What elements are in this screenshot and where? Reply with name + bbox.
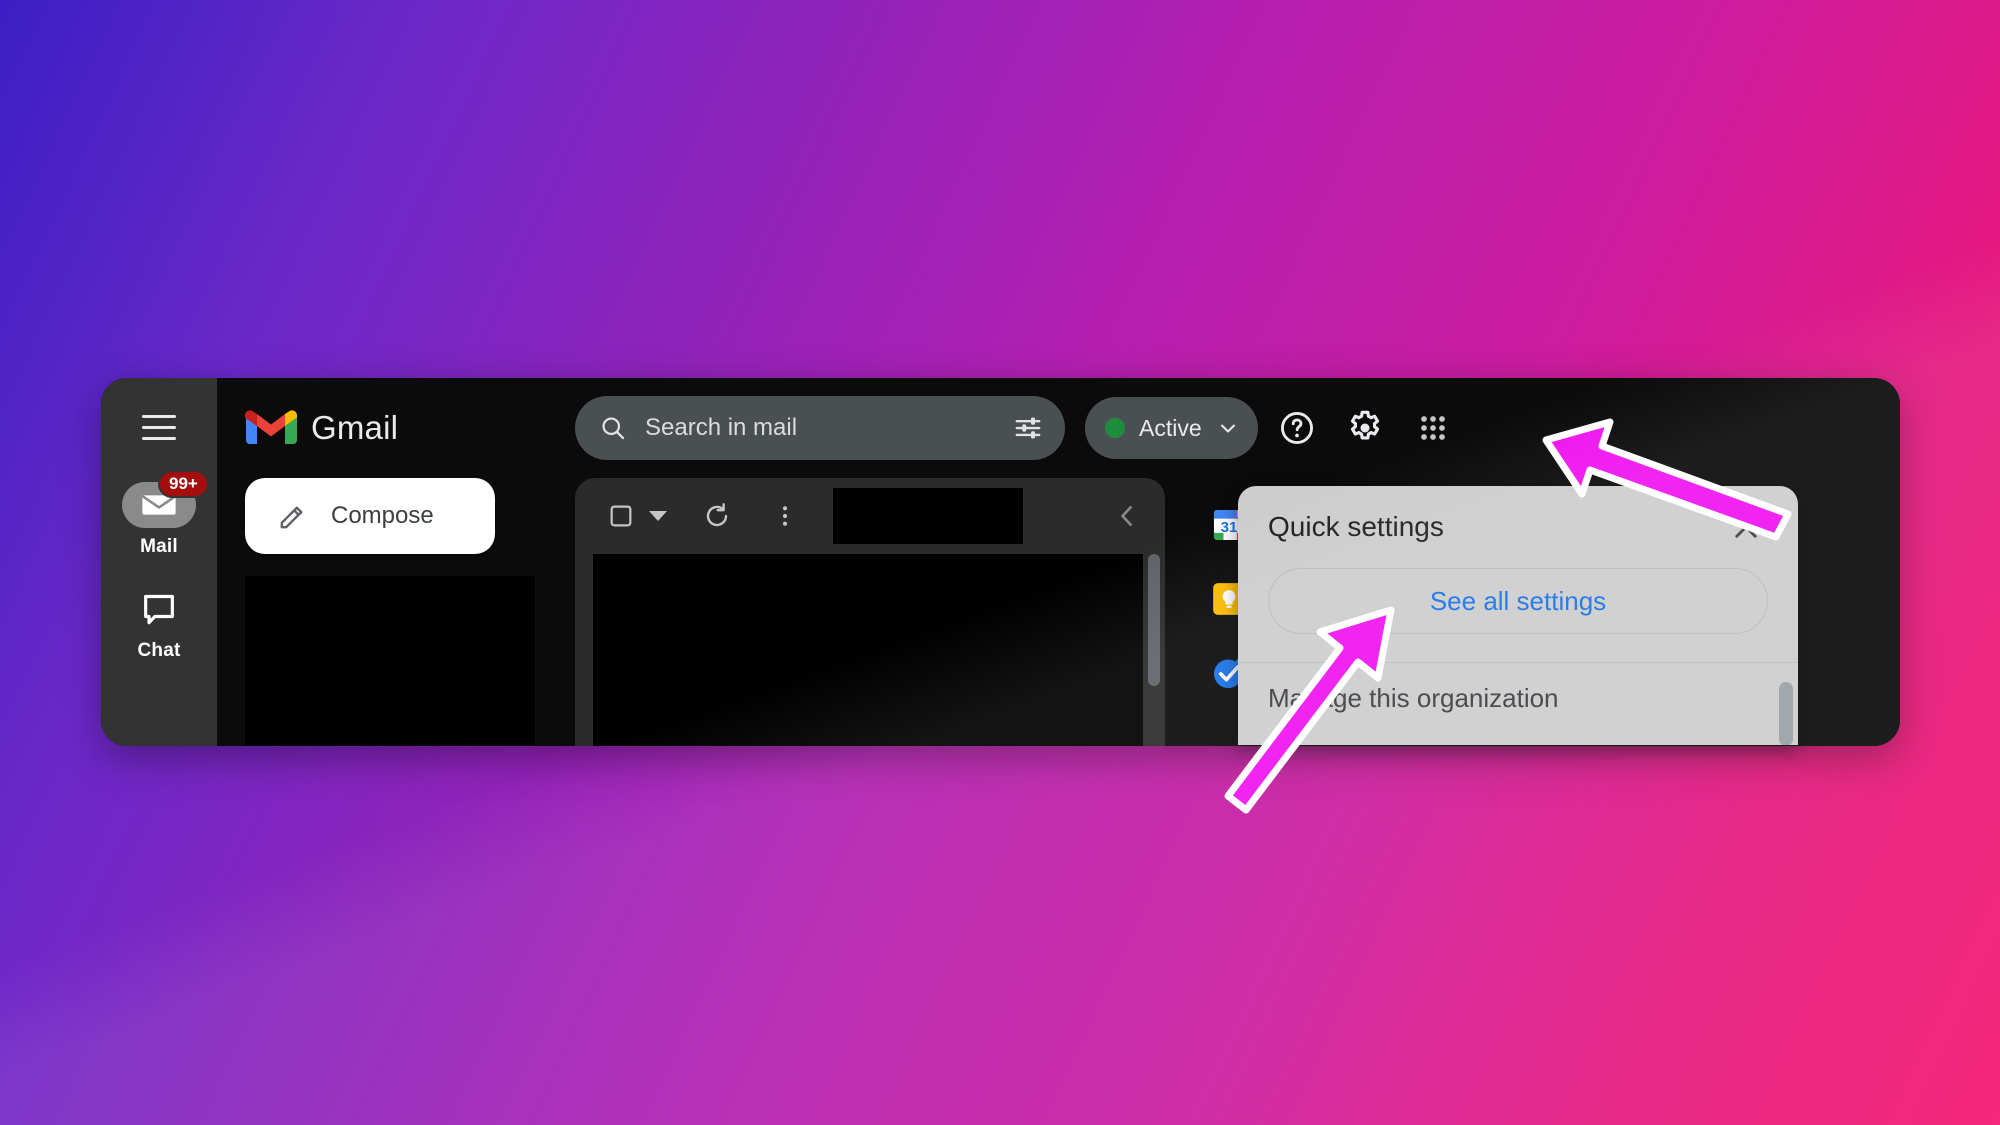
scrollbar-thumb[interactable] [1148,554,1160,686]
chevron-left-icon [1121,506,1132,526]
status-dot [1105,418,1125,438]
help-circle-icon [1280,412,1313,444]
quick-settings-header: Quick settings [1238,486,1798,568]
collapse-panel-button[interactable] [1103,492,1151,540]
gmail-brand[interactable]: Gmail [245,408,575,448]
compose-label: Compose [331,502,434,529]
mail-unread-badge: 99+ [158,470,209,499]
quick-settings-scrollbar[interactable] [1779,682,1793,745]
chat-bubble-icon [144,594,174,625]
message-list-scrollbar[interactable] [1147,554,1161,746]
select-all-control[interactable] [597,492,667,540]
app-rail: 99+ Mail Chat [101,378,217,746]
rail-item-mail-label: Mail [140,536,178,557]
manage-organization-row[interactable]: Manage this organization [1238,663,1798,733]
rail-item-chat-label: Chat [137,640,181,661]
apps-grid-icon [1420,416,1445,440]
pencil-icon [280,506,303,529]
scrollbar-thumb[interactable] [1779,682,1793,745]
top-bar: Gmail Search in mail Active [217,378,1900,478]
rail-item-mail[interactable]: 99+ Mail [109,470,209,558]
compose-column: Compose [245,478,575,746]
see-all-settings-button[interactable]: See all settings [1268,568,1768,634]
quick-settings-title: Quick settings [1268,511,1444,542]
rail-item-chat-pill [122,586,196,632]
settings-button[interactable] [1336,399,1394,457]
message-list-panel [575,478,1165,746]
message-list-toolbar [575,478,1165,554]
folder-list-redacted [245,576,535,746]
search-icon [602,417,625,440]
help-button[interactable] [1268,399,1326,457]
more-options-button[interactable] [761,492,809,540]
hamburger-bar [142,436,176,440]
gear-icon [1350,410,1379,440]
more-vertical-icon [782,506,788,526]
see-all-settings-label: See all settings [1429,585,1607,616]
gmail-brand-label: Gmail [311,409,399,446]
caret-down-icon[interactable] [649,511,667,521]
gmail-logo-icon [245,410,297,444]
apps-grid-button[interactable] [1404,399,1462,457]
status-chip[interactable]: Active [1085,397,1258,459]
search-input[interactable] [645,414,995,442]
chevron-down-icon [1220,424,1235,433]
pagination-redacted [833,488,1023,544]
rail-item-mail-pill: 99+ [122,470,209,528]
quick-settings-panel: Quick settings See all settings Manage t… [1238,486,1798,745]
close-button[interactable] [1724,505,1768,549]
hamburger-bar [142,425,176,429]
status-label: Active [1139,414,1202,441]
hamburger-bar [142,414,176,418]
checkbox-unchecked-icon[interactable] [597,492,645,540]
compose-button[interactable]: Compose [245,478,495,554]
rail-item-chat[interactable]: Chat [109,586,209,662]
message-list-redacted [593,554,1143,746]
top-right-controls: Active [1065,397,1878,459]
svg-text:31: 31 [1221,519,1238,536]
search-options-icon[interactable] [1013,413,1043,443]
desktop-background: 99+ Mail Chat Gmail Search in mail Activ… [0,0,2000,1125]
close-x-icon [1735,516,1757,538]
search-bar[interactable] [575,396,1065,460]
manage-organization-label: Manage this organization [1268,682,1559,713]
refresh-icon [706,503,728,527]
hamburger-menu-icon[interactable] [132,400,186,454]
refresh-button[interactable] [693,492,741,540]
